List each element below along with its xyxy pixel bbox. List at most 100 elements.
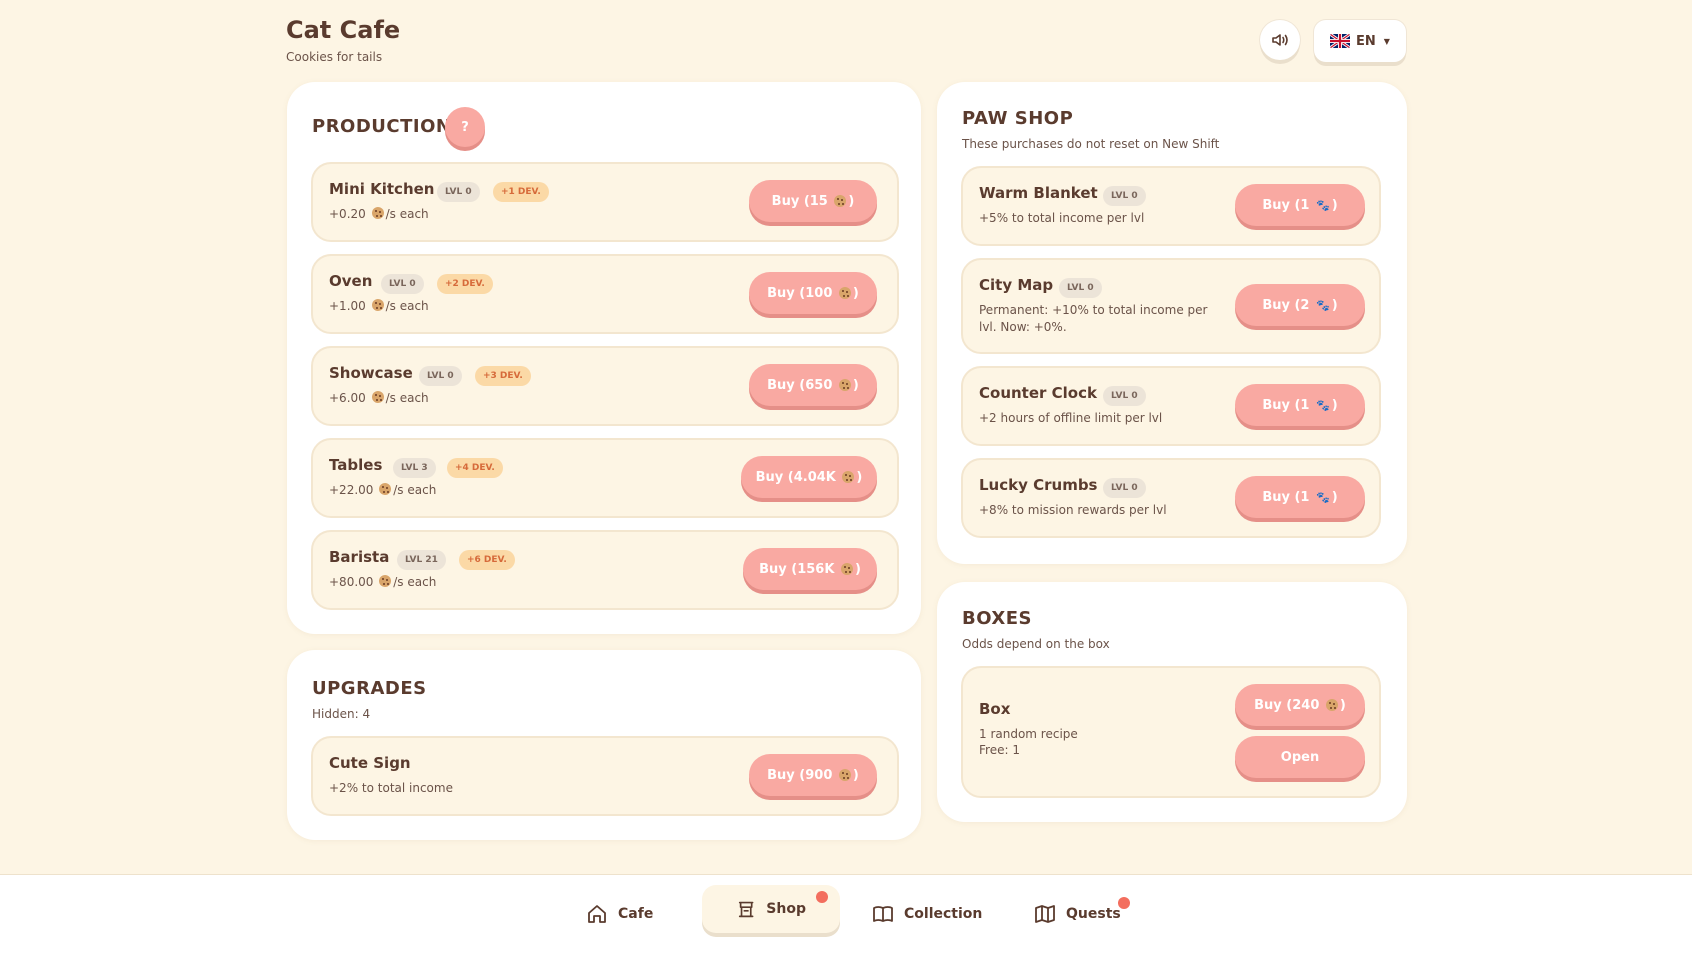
level-badge: LVL 0 [1103, 478, 1146, 498]
cookie-icon [371, 299, 384, 311]
dev-badge: +3 DEV. [475, 366, 531, 386]
buy-button[interactable]: Buy (1 🐾) [1235, 384, 1365, 426]
paw-shop-panel: PAW SHOP These purchases do not reset on… [937, 82, 1407, 564]
buy-button[interactable]: Buy (1 🐾) [1235, 476, 1365, 518]
language-code: EN [1356, 33, 1376, 49]
item-desc: +5% to total income per lvl [979, 211, 1145, 225]
production-panel: PRODUCTION ? Mini Kitchen LVL 0 +1 DEV. … [287, 82, 921, 634]
cookie-icon [838, 287, 851, 299]
cookie-icon [838, 379, 851, 391]
item-desc: +2 hours of offline limit per lvl [979, 411, 1163, 425]
nav-item-collection[interactable]: Collection [872, 875, 982, 953]
upgrade-item-cute-sign: Cute Sign +2% to total income Buy (900 ) [311, 736, 899, 816]
item-rate: +1.00 /s each [329, 299, 429, 313]
upgrades-title: UPGRADES [312, 678, 427, 699]
boxes-subtitle: Odds depend on the box [962, 637, 1110, 651]
level-badge: LVL 0 [381, 274, 424, 294]
shop-icon [738, 901, 754, 918]
paw-item-warm-blanket: Warm Blanket LVL 0 +5% to total income p… [961, 166, 1381, 246]
production-title: PRODUCTION [312, 116, 452, 137]
notification-dot [816, 891, 828, 903]
item-desc: +2% to total income [329, 781, 453, 795]
boxes-title: BOXES [962, 608, 1033, 629]
nav-item-shop[interactable]: Shop [702, 885, 840, 933]
paw-item-lucky-crumbs: Lucky Crumbs LVL 0 +8% to mission reward… [961, 458, 1381, 538]
buy-button[interactable]: Buy (100 ) [749, 272, 877, 314]
cookie-icon [371, 207, 384, 219]
nav-item-cafe[interactable]: Cafe [586, 875, 653, 953]
bottom-nav: Cafe Shop Collection Quests [0, 874, 1692, 953]
buy-button[interactable]: Buy (900 ) [749, 754, 877, 796]
buy-button[interactable]: Buy (15 ) [749, 180, 877, 222]
app-header: Cat Cafe Cookies for tails [286, 14, 400, 64]
paw-icon: 🐾 [1316, 398, 1330, 412]
upgrades-hidden-count: Hidden: 4 [312, 707, 371, 721]
level-badge: LVL 3 [393, 458, 436, 478]
item-name: Tables [329, 456, 383, 474]
level-badge: LVL 0 [437, 182, 480, 202]
caret-down-icon: ▼ [1383, 36, 1390, 46]
cookie-icon [838, 769, 851, 781]
app-title: Cat Cafe [286, 16, 401, 44]
box-item: Box 1 random recipe Free: 1 Buy (240 ) O… [961, 666, 1381, 798]
production-item-mini-kitchen: Mini Kitchen LVL 0 +1 DEV. +0.20 /s each… [311, 162, 899, 242]
item-name: Barista [329, 548, 390, 566]
paw-shop-title: PAW SHOP [962, 108, 1074, 129]
item-name: Oven [329, 272, 373, 290]
level-badge: LVL 0 [1103, 386, 1146, 406]
paw-icon: 🐾 [1316, 198, 1330, 212]
level-badge: LVL 21 [397, 550, 446, 570]
buy-button[interactable]: Buy (4.04K ) [741, 456, 877, 498]
production-item-tables: Tables LVL 3 +4 DEV. +22.00 /s each Buy … [311, 438, 899, 518]
buy-button[interactable]: Buy (650 ) [749, 364, 877, 406]
paw-shop-subtitle: These purchases do not reset on New Shif… [962, 137, 1220, 151]
item-name: Warm Blanket [979, 184, 1098, 202]
item-name: Mini Kitchen [329, 180, 435, 198]
nav-label: Cafe [618, 906, 654, 922]
level-badge: LVL 0 [419, 366, 462, 386]
buy-button[interactable]: Buy (2 🐾) [1235, 284, 1365, 326]
item-rate: +6.00 /s each [329, 391, 429, 405]
nav-label: Collection [904, 906, 983, 922]
sound-toggle-button[interactable] [1260, 20, 1300, 60]
item-desc: Permanent: +10% to total income per lvl.… [979, 303, 1208, 334]
item-name: Cute Sign [329, 754, 411, 772]
item-name: Lucky Crumbs [979, 476, 1098, 494]
item-rate: +22.00 /s each [329, 483, 437, 497]
level-badge: LVL 0 [1059, 278, 1102, 298]
open-box-button[interactable]: Open [1235, 736, 1365, 778]
buy-box-button[interactable]: Buy (240 ) [1235, 684, 1365, 726]
uk-flag-icon [1330, 34, 1351, 48]
dev-badge: +2 DEV. [437, 274, 493, 294]
buy-button[interactable]: Buy (1 🐾) [1235, 184, 1365, 226]
paw-icon: 🐾 [1316, 298, 1330, 312]
home-icon [588, 905, 606, 923]
item-rate: +80.00 /s each [329, 575, 437, 589]
production-item-barista: Barista LVL 21 +6 DEV. +80.00 /s each Bu… [311, 530, 899, 610]
boxes-panel: BOXES Odds depend on the box Box 1 rando… [937, 582, 1407, 822]
cookie-icon [840, 563, 853, 575]
production-item-showcase: Showcase LVL 0 +3 DEV. +6.00 /s each Buy… [311, 346, 899, 426]
cookie-icon [379, 575, 392, 587]
cookie-icon [1325, 699, 1338, 711]
nav-label: Quests [1066, 906, 1121, 922]
dev-badge: +6 DEV. [459, 550, 515, 570]
buy-button[interactable]: Buy (156K ) [743, 548, 877, 590]
paw-icon: 🐾 [1316, 490, 1330, 504]
app-subtitle: Cookies for tails [286, 50, 383, 64]
dev-badge: +4 DEV. [447, 458, 503, 478]
item-name: City Map [979, 276, 1054, 294]
item-desc: +8% to mission rewards per lvl [979, 503, 1167, 517]
cookie-icon [379, 483, 392, 495]
dev-badge: +1 DEV. [493, 182, 549, 202]
item-name: Showcase [329, 364, 413, 382]
map-icon [1035, 905, 1055, 923]
language-selector[interactable]: EN ▼ [1314, 20, 1406, 62]
item-rate: +0.20 /s each [329, 207, 429, 221]
book-icon [873, 906, 893, 922]
nav-item-quests[interactable]: Quests [1034, 875, 1130, 953]
production-help-button[interactable]: ? [445, 107, 485, 147]
paw-item-city-map: City Map LVL 0 Permanent: +10% to total … [961, 258, 1381, 354]
production-item-oven: Oven LVL 0 +2 DEV. +1.00 /s each Buy (10… [311, 254, 899, 334]
cookie-icon [371, 391, 384, 403]
